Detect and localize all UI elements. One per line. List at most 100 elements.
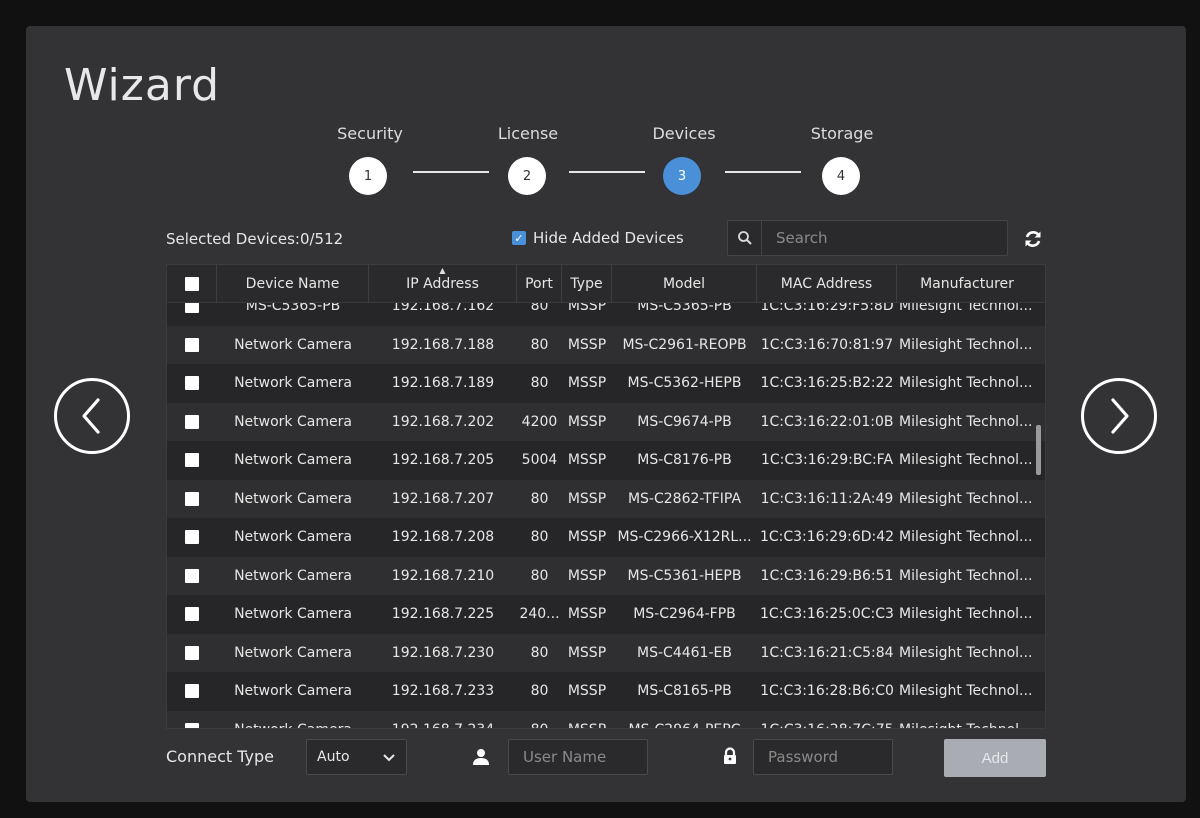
cell-port: 80 — [530, 529, 549, 546]
cell-ip-address: 192.168.7.188 — [391, 336, 495, 353]
step-circle-3[interactable]: 3 — [663, 157, 701, 195]
search-box[interactable] — [727, 220, 1008, 256]
row-select-cell[interactable] — [167, 672, 217, 711]
table-row[interactable]: Network Camera 192.168.7.207 80 MSSP MS-C286… — [167, 479, 1045, 519]
column-header-ip-address[interactable]: ▲ IP Address — [369, 265, 517, 303]
row-select-cell[interactable] — [167, 595, 217, 634]
previous-step-button[interactable] — [54, 378, 130, 454]
row-select-cell[interactable] — [167, 634, 217, 673]
table-row[interactable]: Network Camera 192.168.7.225 240... MSSP MS-… — [167, 595, 1045, 634]
cell-mac-address: 1C:C3:16:29:BC:FA — [760, 452, 894, 469]
password-field[interactable] — [753, 739, 893, 775]
step-circle-2[interactable]: 2 — [508, 157, 546, 195]
row-select-cell[interactable] — [167, 441, 217, 480]
cell-model: MS-C5361-HEPB — [627, 567, 742, 584]
table-row[interactable]: Network Camera 192.168.7.205 5004 MSSP MS-C8… — [167, 441, 1045, 480]
cell-device-name: Network Camera — [234, 644, 352, 661]
table-header: Device Name ▲ IP Address Port Type Model… — [167, 265, 1045, 303]
next-step-button[interactable] — [1081, 378, 1157, 454]
cell-mac-address: 1C:C3:16:25:B2:22 — [760, 375, 894, 392]
cell-device-name: Network Camera — [234, 490, 352, 507]
cell-port: 80 — [517, 711, 562, 728]
cell-model: MS-C2966-X12RL... — [617, 529, 752, 546]
cell-port: 80 — [530, 644, 549, 661]
table-row[interactable]: Network Camera 192.168.7.208 80 MSSP MS-C296… — [167, 518, 1045, 557]
cell-device-name: Network Camera — [234, 375, 352, 392]
cell-port: 80 — [530, 490, 549, 507]
row-select-cell[interactable] — [167, 364, 217, 403]
select-all-checkbox[interactable] — [184, 277, 199, 291]
column-header-manufacturer[interactable]: Manufacturer — [897, 265, 1037, 303]
username-input[interactable] — [523, 748, 643, 766]
row-select-cell[interactable] — [167, 557, 217, 596]
row-checkbox[interactable] — [185, 568, 199, 583]
table-row[interactable]: Network Camera 192.168.7.202 4200 MSSP MS-C9… — [167, 402, 1045, 442]
search-input[interactable] — [762, 229, 982, 247]
row-select-cell[interactable] — [167, 711, 217, 728]
chevron-right-icon — [1111, 398, 1129, 434]
table-body: MS-C5365-PB 192.168.7.162 80 MSSP MS-C5365-P… — [167, 287, 1045, 728]
chevron-down-icon — [383, 754, 395, 762]
password-input[interactable] — [768, 748, 888, 766]
column-header-mac-address[interactable]: MAC Address — [757, 265, 897, 303]
row-select-cell[interactable] — [167, 518, 217, 557]
row-checkbox[interactable] — [185, 376, 199, 391]
step-circle-4[interactable]: 4 — [822, 157, 860, 195]
cell-manufacturer: Milesight Technol... — [899, 606, 1033, 623]
row-select-cell[interactable] — [167, 326, 217, 365]
step-circle-1[interactable]: 1 — [349, 157, 387, 195]
row-checkbox[interactable] — [185, 491, 199, 506]
connect-type-select[interactable]: Auto — [306, 739, 407, 775]
row-select-cell[interactable] — [167, 480, 217, 519]
cell-ip-address: 192.168.7.210 — [391, 567, 495, 584]
refresh-icon[interactable] — [1022, 228, 1044, 250]
connect-type-value: Auto — [317, 749, 350, 765]
checkbox-checked-icon[interactable]: ✓ — [512, 231, 526, 245]
page-title: Wizard — [64, 60, 221, 111]
row-checkbox[interactable] — [185, 530, 199, 545]
user-icon — [472, 748, 490, 766]
cell-device-name: Network Camera — [234, 413, 352, 430]
row-checkbox[interactable] — [185, 453, 199, 468]
row-select-cell[interactable] — [167, 403, 217, 442]
column-header-port[interactable]: Port — [517, 265, 562, 303]
cell-port: 5004 — [521, 452, 558, 469]
device-table: Device Name ▲ IP Address Port Type Model… — [166, 264, 1046, 729]
cell-port: 80 — [530, 375, 549, 392]
cell-manufacturer: Milesight Technol... — [899, 567, 1033, 584]
row-checkbox[interactable] — [185, 645, 199, 660]
row-checkbox[interactable] — [185, 722, 199, 728]
connect-type-label: Connect Type — [166, 747, 274, 766]
cell-manufacturer: Milesight Technol... — [899, 336, 1033, 353]
cell-model: MS-C8176-PB — [637, 452, 732, 469]
column-header-model[interactable]: Model — [612, 265, 757, 303]
username-field[interactable] — [508, 739, 648, 775]
cell-manufacturer: Milesight Technol... — [899, 452, 1033, 469]
cell-ip-address: 192.168.7.225 — [391, 606, 495, 623]
column-header-type[interactable]: Type — [562, 265, 612, 303]
cell-model: MS-C2964-FPB — [633, 606, 736, 623]
table-row[interactable]: Network Camera192.168.7.23480MSSPMS-C296… — [167, 710, 1045, 728]
row-checkbox[interactable] — [185, 684, 199, 699]
cell-type: MSSP — [567, 683, 607, 700]
hide-added-devices-toggle[interactable]: ✓ Hide Added Devices — [512, 229, 684, 247]
add-button[interactable]: Add — [944, 739, 1046, 777]
table-row[interactable]: Network Camera 192.168.7.188 80 MSSP MS-C296… — [167, 325, 1045, 365]
table-row[interactable]: Network Camera 192.168.7.189 80 MSSP MS-C536… — [167, 364, 1045, 403]
cell-type: MSSP — [567, 490, 607, 507]
table-row[interactable]: Network Camera 192.168.7.233 80 MSSP MS-C816… — [167, 672, 1045, 711]
row-checkbox[interactable] — [185, 414, 199, 429]
cell-mac-address: 1C:C3:16:22:01:0B — [760, 413, 894, 430]
table-scrollbar[interactable] — [1036, 425, 1041, 475]
cell-type: MSSP — [567, 413, 607, 430]
cell-model: MS-C2862-TFIPA — [627, 490, 742, 507]
table-row[interactable]: Network Camera 192.168.7.230 80 MSSP MS-C446… — [167, 633, 1045, 673]
select-all-cell[interactable] — [167, 265, 217, 303]
row-checkbox[interactable] — [185, 337, 199, 352]
table-row[interactable]: Network Camera 192.168.7.210 80 MSSP MS-C536… — [167, 556, 1045, 596]
cell-type: MSSP — [567, 336, 607, 353]
row-checkbox[interactable] — [185, 607, 199, 622]
column-header-device-name[interactable]: Device Name — [217, 265, 369, 303]
search-icon[interactable] — [728, 221, 762, 255]
cell-port: 80 — [530, 683, 549, 700]
